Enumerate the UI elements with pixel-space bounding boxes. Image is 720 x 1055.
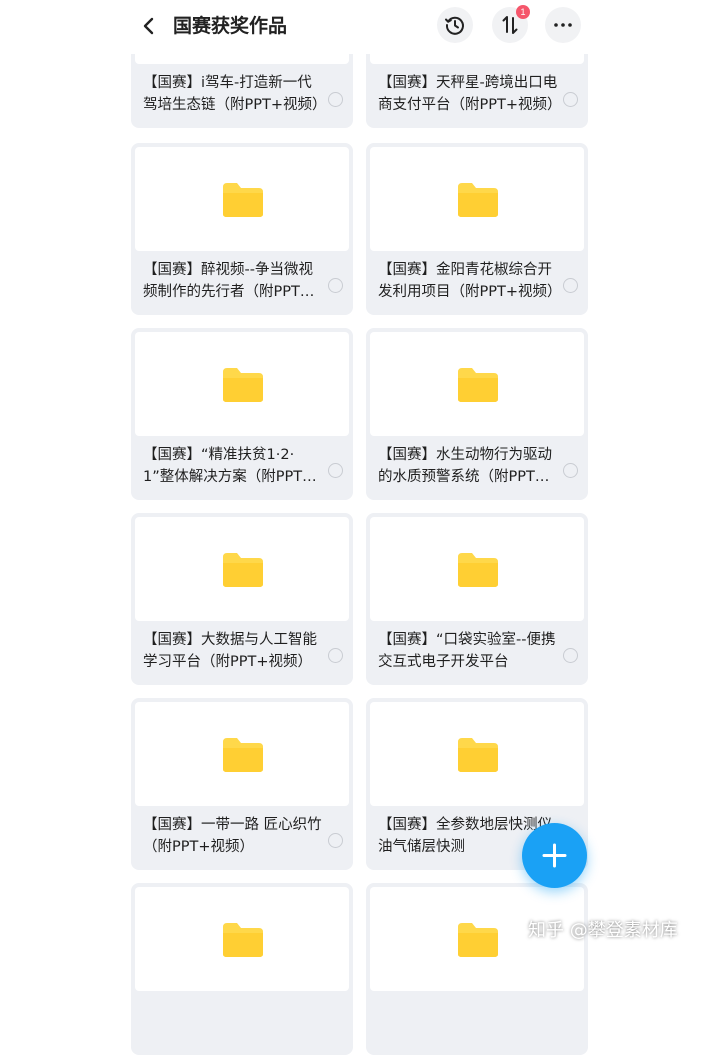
file-thumbnail — [370, 702, 584, 806]
file-card[interactable]: 【国赛】大数据与人工智能学习平台（附PPT+视频） — [131, 513, 353, 685]
file-name: 【国赛】一带一路 匠心织竹（附PPT+视频） — [143, 817, 322, 855]
file-thumbnail — [135, 887, 349, 991]
file-card[interactable] — [131, 883, 353, 1055]
more-dots-icon — [554, 23, 572, 27]
file-card[interactable]: 【国赛】“精准扶贫1·2·1”整体解决方案（附PPT+视频） — [131, 328, 353, 500]
add-button[interactable] — [522, 823, 587, 888]
file-thumbnail — [135, 147, 349, 251]
top-bar: 国赛获奖作品 1 — [0, 0, 720, 54]
select-radio[interactable] — [563, 648, 578, 663]
file-card[interactable]: 【国赛】金阳青花椒综合开发利用项目（附PPT+视频） — [366, 143, 588, 315]
folder-icon — [223, 368, 263, 402]
file-name: 【国赛】“口袋实验室--便携交互式电子开发平台 — [378, 632, 556, 670]
file-thumbnail — [135, 332, 349, 436]
file-grid: 【国赛】i驾车-打造新一代驾培生态链（附PPT+视频） 【国赛】天秤星-跨境出口… — [0, 0, 720, 1055]
folder-icon — [223, 923, 263, 957]
file-card[interactable]: 【国赛】水生动物行为驱动的水质预警系统（附PPT+视频） — [366, 328, 588, 500]
more-button[interactable] — [545, 7, 581, 43]
folder-icon — [223, 553, 263, 587]
file-thumbnail — [370, 517, 584, 621]
select-radio[interactable] — [328, 833, 343, 848]
folder-icon — [458, 923, 498, 957]
watermark: 知乎 @攀登素材库 — [528, 920, 678, 941]
select-radio[interactable] — [328, 278, 343, 293]
transfer-button[interactable]: 1 — [492, 5, 530, 43]
folder-icon — [223, 183, 263, 217]
file-name: 【国赛】金阳青花椒综合开发利用项目（附PPT+视频） — [378, 262, 558, 300]
file-thumbnail — [135, 517, 349, 621]
file-name: 【国赛】水生动物行为驱动的水质预警系统（附PPT+视频） — [378, 447, 552, 485]
file-thumbnail — [370, 332, 584, 436]
page-title: 国赛获奖作品 — [173, 15, 288, 37]
select-radio[interactable] — [563, 278, 578, 293]
notification-badge: 1 — [516, 5, 530, 19]
file-thumbnail — [135, 702, 349, 806]
select-radio[interactable] — [328, 648, 343, 663]
folder-icon — [458, 553, 498, 587]
history-button[interactable] — [437, 7, 473, 43]
file-name: 【国赛】i驾车-打造新一代驾培生态链（附PPT+视频） — [143, 75, 323, 113]
select-radio[interactable] — [328, 463, 343, 478]
select-radio[interactable] — [328, 92, 343, 107]
file-card[interactable] — [366, 883, 588, 1055]
folder-icon — [223, 738, 263, 772]
file-card[interactable]: 【国赛】一带一路 匠心织竹（附PPT+视频） — [131, 698, 353, 870]
folder-icon — [458, 368, 498, 402]
file-card[interactable]: 【国赛】醉视频--争当微视频制作的先行者（附PPT+视频） — [131, 143, 353, 315]
folder-icon — [458, 183, 498, 217]
folder-icon — [458, 738, 498, 772]
file-thumbnail — [370, 147, 584, 251]
history-icon — [445, 16, 464, 35]
file-card[interactable]: 【国赛】“口袋实验室--便携交互式电子开发平台 — [366, 513, 588, 685]
file-name: 【国赛】天秤星-跨境出口电商支付平台（附PPT+视频） — [378, 75, 558, 113]
file-name: 【国赛】“精准扶贫1·2·1”整体解决方案（附PPT+视频） — [143, 447, 303, 485]
file-name: 【国赛】醉视频--争当微视频制作的先行者（附PPT+视频） — [143, 262, 313, 300]
back-arrow-icon[interactable] — [136, 12, 162, 40]
file-name: 【国赛】大数据与人工智能学习平台（附PPT+视频） — [143, 632, 317, 670]
select-radio[interactable] — [563, 463, 578, 478]
select-radio[interactable] — [563, 92, 578, 107]
plus-icon — [542, 843, 567, 868]
